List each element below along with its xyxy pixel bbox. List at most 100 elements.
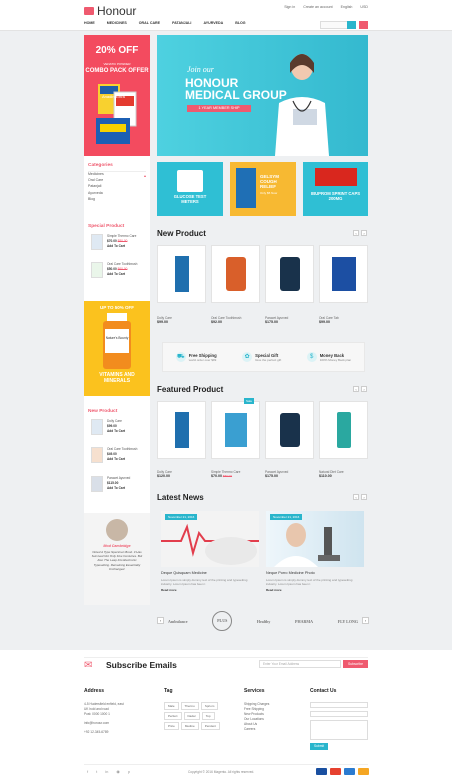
tag-item[interactable]: Pendent — [200, 722, 220, 730]
nav-ayurveda[interactable]: AYURVEDA — [203, 21, 223, 25]
twitter-icon[interactable]: t — [96, 769, 97, 774]
news-title[interactable]: Deque Quisquam Medicine — [161, 571, 259, 575]
linkedin-icon[interactable]: in — [105, 769, 108, 774]
product-card[interactable]: Sale Simple Thermo Care $70.00 $80.00 — [211, 398, 260, 478]
product-card[interactable]: Oral Care Tab $99.00 — [319, 245, 368, 324]
hero-slider[interactable]: Join our HONOUR MEDICAL GROUP 1 YEAR MEMB… — [157, 35, 368, 156]
submit-button[interactable]: Submit — [310, 743, 328, 750]
chevron-right-icon[interactable]: › — [361, 386, 367, 392]
rss-icon[interactable]: ◉ — [116, 769, 120, 774]
banner-gelsym[interactable]: GELSYM COUGH RELIEF Only $5 Now — [230, 162, 296, 216]
tag-item[interactable]: Perfect — [164, 712, 182, 720]
nav-blog[interactable]: BLOG — [235, 21, 245, 25]
tag-item[interactable]: Thermo — [180, 702, 199, 710]
news-date: November 21, 2016 — [270, 514, 303, 520]
sign-in-link[interactable]: Sign in — [284, 5, 295, 9]
brand-logo[interactable]: Healthy — [257, 619, 271, 624]
create-account-link[interactable]: Create an account — [303, 5, 332, 9]
add-to-cart-link[interactable]: Add To Cart — [107, 244, 136, 249]
brand-logo[interactable]: Ambulance — [168, 619, 188, 624]
tag-item[interactable]: Top — [201, 712, 215, 720]
brand-logo[interactable]: PHARMA — [295, 619, 313, 624]
product-price: $92.00 — [211, 320, 222, 324]
visa-icon — [316, 768, 327, 775]
message-field[interactable] — [310, 720, 368, 740]
news-title[interactable]: Neque Porro Medicine Photo — [266, 571, 364, 575]
name-field[interactable] — [310, 702, 368, 708]
subscribe-button[interactable]: Subscribe — [343, 660, 368, 668]
list-item[interactable]: Oral Care Toothbrush $50.00 $60.00 Add T… — [91, 262, 137, 278]
contact-column: Contact Us Submit — [310, 688, 368, 750]
product-image — [225, 257, 246, 291]
product-card[interactable]: Oral Care Toothbrush $92.00 — [211, 245, 260, 324]
logo[interactable]: Honour — [84, 4, 136, 18]
address-column: Address 4-5 Hudersfield enfield, east UK… — [84, 688, 146, 735]
add-to-cart-link[interactable]: Add To Cart — [107, 457, 137, 462]
chevron-left-icon[interactable]: ‹ — [353, 386, 359, 392]
list-item[interactable]: Simple Thermo Care $70.00 $80.00 Add To … — [91, 234, 136, 250]
email-text[interactable]: info@honour.com — [84, 721, 146, 726]
gift-icon: ✿ — [242, 352, 253, 362]
facebook-icon[interactable]: f — [87, 769, 88, 774]
news-card[interactable]: November 21, 2016 Deque Quisquam Medicin… — [161, 511, 259, 592]
add-to-cart-link[interactable]: Add To Cart — [107, 272, 137, 277]
product-card[interactable]: Natural Diet Care $110.00 — [319, 401, 368, 478]
list-item[interactable]: Dolly Care $99.00 Add To Cart — [91, 419, 125, 435]
list-item[interactable]: Oral Care Toothbrush $49.00 Add To Cart — [91, 447, 137, 463]
read-more-link[interactable]: Read more — [266, 588, 364, 592]
brand-logo[interactable]: PLUS — [212, 611, 233, 631]
nav-home[interactable]: HOME — [84, 21, 95, 25]
product-card[interactable]: Paracet Ayurved $175.00 — [265, 245, 314, 324]
read-more-link[interactable]: Read more — [161, 588, 259, 592]
news-card[interactable]: November 21, 2016 Neque Porro Medicine P… — [266, 511, 364, 592]
chevron-right-icon[interactable]: › — [361, 494, 367, 500]
chevron-right-icon[interactable]: › — [362, 617, 369, 624]
email-field[interactable] — [310, 711, 368, 717]
banner-ibuprom[interactable]: IBUPROM SPRINT CAPS 200MG — [303, 162, 368, 216]
tag-item[interactable]: Medine — [180, 722, 199, 730]
banner-glucose[interactable]: GLUCOSE TEST METERS — [157, 162, 223, 216]
sidebar-vitamins-banner[interactable]: UP TO 50% OFF Nature's Bounty VITAMINS A… — [84, 301, 150, 396]
product-thumb — [91, 234, 103, 250]
add-to-cart-link[interactable]: Add To Cart — [107, 429, 125, 434]
service-link[interactable]: Careers — [244, 727, 300, 732]
brand-logo[interactable]: FLY LONG — [338, 619, 358, 624]
chevron-right-icon[interactable]: › — [361, 230, 367, 236]
search-button[interactable] — [347, 21, 356, 29]
category-item[interactable]: Blog — [88, 196, 104, 202]
email-field[interactable]: Enter Your Email Address — [259, 660, 341, 668]
tag-item[interactable]: Price — [164, 722, 179, 730]
news-date: November 21, 2016 — [165, 514, 198, 520]
nav-medicines[interactable]: MEDICINES — [107, 21, 127, 25]
nav-oral-care[interactable]: ORAL CARE — [139, 21, 160, 25]
pinterest-icon[interactable]: p — [128, 769, 130, 774]
chevron-left-icon[interactable]: ‹ — [353, 494, 359, 500]
product-card[interactable]: Paracet Ayurved $175.00 — [265, 401, 314, 478]
product-thumb — [91, 419, 103, 435]
tag-item[interactable]: Male — [164, 702, 179, 710]
product-image — [224, 413, 247, 447]
product-card[interactable]: Dolly Care $99.00 — [157, 245, 206, 324]
tag-title: Tag — [164, 688, 173, 694]
testimonial-text: Noted A Type Specimen Book. It Has Survi… — [91, 550, 143, 571]
feature-title: Free Shipping — [188, 352, 217, 358]
nav-patanjali[interactable]: PATANJALI — [172, 21, 191, 25]
news-image: November 21, 2016 — [266, 511, 364, 567]
chevron-left-icon[interactable]: ‹ — [353, 230, 359, 236]
chevron-left-icon[interactable]: ‹ — [157, 617, 164, 624]
logo-icon — [84, 7, 94, 15]
list-item[interactable]: Paracet Ayurved $115.00 Add To Cart — [91, 476, 130, 492]
tag-item[interactable]: Dadar — [183, 712, 200, 720]
cart-button[interactable] — [359, 21, 368, 29]
add-to-cart-link[interactable]: Add To Cart — [107, 486, 130, 491]
currency-select[interactable]: USD — [360, 5, 368, 9]
category-item[interactable]: Patanjali — [88, 183, 104, 189]
services-title: Services — [244, 688, 265, 694]
language-select[interactable]: English — [341, 5, 353, 9]
categories-title: Categories — [88, 163, 113, 168]
product-card[interactable]: Dolly Care $120.00 — [157, 401, 206, 478]
tag-item[interactable]: Spriom — [200, 702, 219, 710]
category-item[interactable]: Ayurveda — [88, 190, 104, 196]
vitamin-bottle-image: Nature's Bounty — [103, 313, 131, 369]
phone-text: +92 12-345-6789 — [84, 730, 109, 734]
